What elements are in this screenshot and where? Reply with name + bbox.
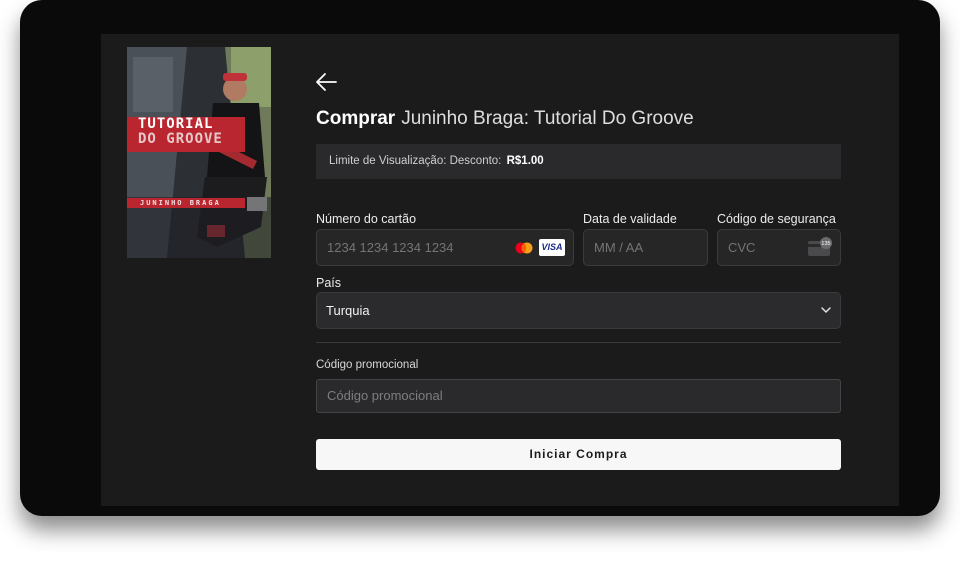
checkout-screen: TUTORIAL DO GROOVE JUNINHO BRAGA Comprar… [101, 34, 899, 506]
arrow-left-icon [316, 73, 337, 91]
card-number-placeholder: 1234 1234 1234 1234 [327, 240, 454, 255]
view-limit-notice: Limite de Visualização: Desconto: R$1.00 [316, 144, 841, 179]
expiry-placeholder: MM / AA [594, 240, 644, 255]
cvc-icon-digits: 135 [821, 241, 830, 247]
expiry-label: Data de validade [583, 212, 677, 226]
country-select[interactable]: Turquia [316, 292, 841, 329]
card-number-label: Número do cartão [316, 212, 417, 226]
card-cvc-icon: 135 [808, 237, 832, 256]
poster-title: TUTORIAL DO GROOVE [138, 117, 258, 147]
country-label: País [316, 276, 342, 290]
section-divider [316, 342, 841, 343]
card-number-field[interactable]: 1234 1234 1234 1234 VISA [316, 229, 574, 266]
cvc-field[interactable]: CVC 135 [717, 229, 841, 266]
cvc-placeholder: CVC [728, 240, 756, 255]
poster-photo [127, 47, 271, 258]
mastercard-icon [515, 242, 533, 254]
promo-code-input[interactable]: Código promocional [316, 379, 841, 413]
product-title: Juninho Braga: Tutorial Do Groove [401, 108, 694, 129]
chevron-down-icon [821, 307, 831, 313]
visa-icon: VISA [539, 239, 565, 256]
promo-placeholder: Código promocional [327, 388, 443, 403]
view-limit-text: Limite de Visualização: Desconto: [329, 155, 502, 167]
page-title: Comprar Juninho Braga: Tutorial Do Groove [316, 107, 694, 131]
cvc-label: Código de segurança [717, 212, 836, 226]
promo-label: Código promocional [316, 359, 419, 371]
back-button[interactable] [315, 72, 337, 92]
buy-label: Comprar [316, 108, 396, 129]
poster-artist: JUNINHO BRAGA [140, 199, 221, 207]
expiry-field[interactable]: MM / AA [583, 229, 708, 266]
country-value: Turquia [326, 303, 370, 318]
device-frame: TUTORIAL DO GROOVE JUNINHO BRAGA Comprar… [20, 0, 940, 516]
start-purchase-button[interactable]: Iniciar Compra [316, 439, 841, 470]
poster-title-line1: TUTORIAL [138, 116, 214, 132]
product-poster: TUTORIAL DO GROOVE JUNINHO BRAGA [127, 47, 271, 258]
discount-price: R$1.00 [506, 155, 544, 167]
poster-title-line2: DO GROOVE [138, 131, 223, 147]
